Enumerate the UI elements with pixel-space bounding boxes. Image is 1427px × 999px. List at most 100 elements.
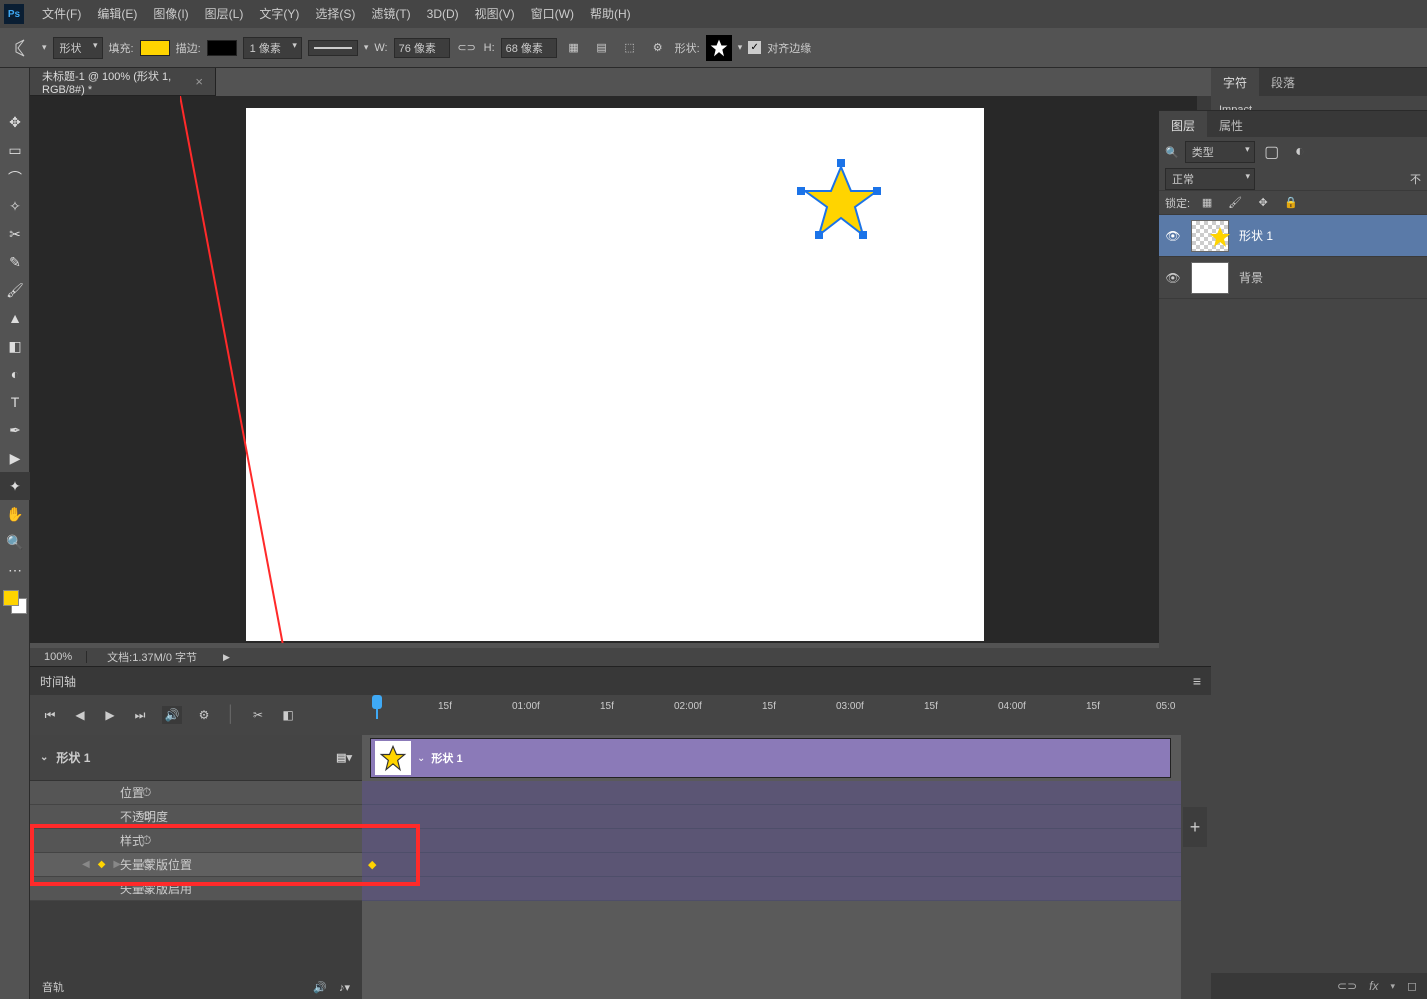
lock-trans-icon[interactable]: ▦	[1196, 192, 1218, 214]
eyedropper-tool[interactable]: ✎	[0, 248, 30, 276]
stroke-width[interactable]: 1 像素	[243, 37, 302, 59]
align-edges-checkbox[interactable]: ✓	[748, 41, 761, 54]
menu-filter[interactable]: 滤镜(T)	[363, 0, 418, 28]
crop-tool[interactable]: ✂	[0, 220, 30, 248]
audio-mute-icon[interactable]: 🔊	[313, 981, 327, 994]
gradient-tool[interactable]: ◐	[0, 360, 30, 388]
menu-type[interactable]: 文字(Y)	[251, 0, 307, 28]
filter-kind[interactable]: 类型	[1185, 141, 1255, 163]
path-opts-icon[interactable]: ⬚	[619, 37, 641, 59]
layer-thumb[interactable]	[1191, 262, 1229, 294]
stopwatch-icon[interactable]: ⏱	[142, 881, 151, 896]
filter-adjust-icon[interactable]: ◐	[1289, 141, 1311, 163]
menu-window[interactable]: 窗口(W)	[523, 0, 582, 28]
more-tools[interactable]: ⋯	[0, 556, 30, 584]
brush-tool[interactable]: 🖌	[0, 276, 30, 304]
tab-character[interactable]: 字符	[1211, 68, 1259, 96]
stamp-tool[interactable]: ▲	[0, 304, 30, 332]
transform-handle[interactable]	[859, 231, 867, 239]
document-tab[interactable]: 未标题-1 @ 100% (形状 1, RGB/8#) * ×	[30, 68, 216, 95]
blend-mode[interactable]: 正常	[1165, 168, 1255, 190]
hand-tool[interactable]: ✋	[0, 500, 30, 528]
shape-preset-star[interactable]	[706, 35, 732, 61]
menu-3d[interactable]: 3D(D)	[419, 0, 467, 28]
filter-icon[interactable]: 🔍	[1165, 146, 1179, 159]
menu-image[interactable]: 图像(I)	[145, 0, 196, 28]
fill-swatch[interactable]	[140, 40, 170, 56]
prop-style[interactable]: ⏱ 样式	[30, 829, 362, 853]
timeline-layer-row[interactable]: ⌄ 形状 1 ▤▾	[30, 735, 362, 781]
menu-view[interactable]: 视图(V)	[467, 0, 523, 28]
filter-pixel-icon[interactable]: ▢	[1261, 141, 1283, 163]
transform-handle[interactable]	[837, 159, 845, 167]
shape-tool-icon[interactable]	[12, 36, 36, 60]
prop-opacity[interactable]: ⏱ 不透明度	[30, 805, 362, 829]
close-tab-icon[interactable]: ×	[195, 74, 203, 89]
path-arrange-icon[interactable]: ▤	[591, 37, 613, 59]
keyframe-nav[interactable]: ◀◆▶	[82, 859, 121, 870]
pen-tool[interactable]: ✒	[0, 416, 30, 444]
prop-vector-mask-pos[interactable]: ◀◆▶ ⏱ 矢量蒙版位置	[30, 853, 362, 877]
playhead[interactable]	[370, 695, 384, 719]
lock-pos-icon[interactable]: ✥	[1252, 192, 1274, 214]
menu-help[interactable]: 帮助(H)	[582, 0, 639, 28]
move-tool[interactable]: ✥	[0, 108, 30, 136]
canvas[interactable]	[246, 108, 984, 641]
lock-all-icon[interactable]: 🔒	[1280, 192, 1302, 214]
tab-properties[interactable]: 属性	[1207, 111, 1255, 137]
track-style[interactable]	[362, 829, 1181, 853]
settings-icon[interactable]: ⚙	[196, 708, 212, 722]
track-opacity[interactable]	[362, 805, 1181, 829]
star-shape[interactable]	[801, 163, 881, 239]
add-track-button[interactable]: +	[1183, 807, 1207, 847]
width-input[interactable]	[394, 38, 450, 58]
menu-edit[interactable]: 编辑(E)	[89, 0, 145, 28]
menu-layer[interactable]: 图层(L)	[197, 0, 252, 28]
transition-icon[interactable]: ◧	[280, 708, 296, 722]
tab-paragraph[interactable]: 段落	[1259, 68, 1307, 96]
layer-name[interactable]: 形状 1	[1239, 227, 1273, 244]
menu-file[interactable]: 文件(F)	[34, 0, 89, 28]
shape-tool[interactable]: ✦	[0, 472, 30, 500]
track-position[interactable]	[362, 781, 1181, 805]
tab-layers[interactable]: 图层	[1159, 111, 1207, 137]
type-tool[interactable]: T	[0, 388, 30, 416]
visibility-icon[interactable]: 👁	[1165, 271, 1181, 285]
audio-icon[interactable]: 🔊	[162, 706, 182, 724]
path-select-tool[interactable]: ▶	[0, 444, 30, 472]
stopwatch-icon[interactable]: ⏱	[142, 857, 151, 872]
play-icon[interactable]: ▶	[102, 708, 118, 722]
transform-handle[interactable]	[873, 187, 881, 195]
track-vector-mask-pos[interactable]: ◆	[362, 853, 1181, 877]
clip-collapse-icon[interactable]: ⌄	[417, 753, 425, 764]
marquee-tool[interactable]: ▭	[0, 136, 30, 164]
audio-track-label[interactable]: 音轨	[42, 979, 64, 995]
transform-handle[interactable]	[797, 187, 805, 195]
layer-row-shape1[interactable]: 👁 形状 1	[1159, 215, 1427, 257]
fx-icon[interactable]: fx	[1369, 979, 1378, 993]
stroke-style[interactable]	[308, 40, 358, 56]
zoom-tool[interactable]: 🔍	[0, 528, 30, 556]
layer-name[interactable]: 背景	[1239, 269, 1263, 286]
audio-options-icon[interactable]: ♪▾	[339, 981, 350, 994]
first-frame-icon[interactable]: ⏮	[42, 708, 58, 723]
stroke-swatch[interactable]	[207, 40, 237, 56]
layer-options-icon[interactable]: ▤▾	[336, 751, 352, 764]
stopwatch-icon[interactable]: ⏱	[142, 809, 151, 824]
stopwatch-icon[interactable]: ⏱	[142, 833, 151, 848]
stopwatch-icon[interactable]: ⏱	[142, 785, 151, 800]
path-align-icon[interactable]: ▦	[563, 37, 585, 59]
link-layers-icon[interactable]: ⊂⊃	[1337, 979, 1357, 993]
visibility-icon[interactable]: 👁	[1165, 229, 1181, 243]
keyframe-diamond[interactable]: ◆	[368, 858, 376, 871]
menu-select[interactable]: 选择(S)	[307, 0, 363, 28]
eraser-tool[interactable]: ◧	[0, 332, 30, 360]
prev-frame-icon[interactable]: ◀	[72, 708, 88, 722]
panel-menu-icon[interactable]: ≡	[1193, 673, 1201, 689]
track-vector-mask-enable[interactable]	[362, 877, 1181, 901]
prop-vector-mask-enable[interactable]: ⏱ 矢量蒙版启用	[30, 877, 362, 901]
doc-info-arrow[interactable]: ▶	[223, 652, 230, 663]
shape-mode-select[interactable]: 形状	[53, 37, 103, 59]
layer-thumb[interactable]	[1191, 220, 1229, 252]
next-frame-icon[interactable]: ⏭	[132, 708, 148, 723]
